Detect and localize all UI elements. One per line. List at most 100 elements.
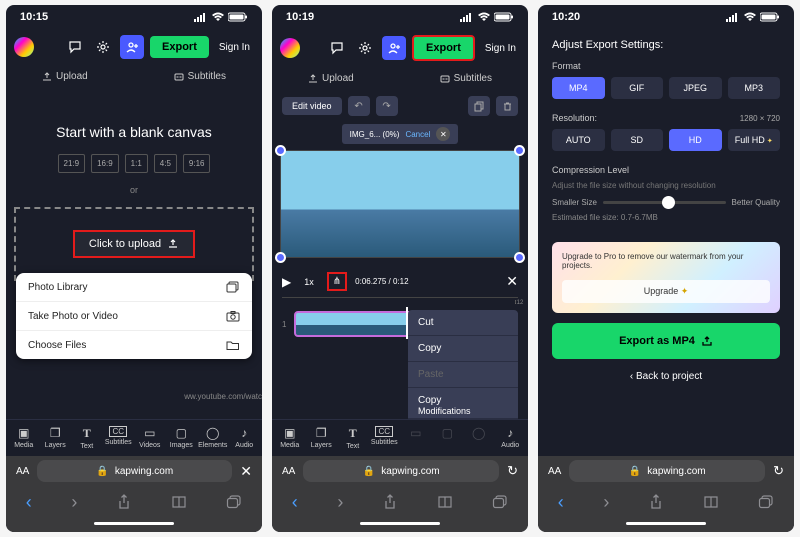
selection-handle[interactable] <box>275 252 286 263</box>
format-mp4[interactable]: MP4 <box>552 77 605 99</box>
signin-link[interactable]: Sign In <box>481 43 520 54</box>
close-icon[interactable]: ✕ <box>436 127 450 141</box>
format-mp3[interactable]: MP3 <box>728 77 781 99</box>
close-timeline-icon[interactable]: ✕ <box>506 273 518 290</box>
share-icon[interactable] <box>649 494 663 510</box>
ratio-option[interactable]: 1:1 <box>125 154 148 173</box>
choose-files-option[interactable]: Choose Files <box>16 331 252 359</box>
chat-icon[interactable] <box>326 37 348 59</box>
tool-elements[interactable]: ◯Elements <box>199 426 227 450</box>
back-icon[interactable]: ‹ <box>26 492 32 513</box>
tool-layers[interactable]: ❐Layers <box>307 426 335 450</box>
url-field[interactable]: 🔒 kapwing.com <box>37 460 232 482</box>
delete-button[interactable] <box>496 96 518 116</box>
add-user-button[interactable] <box>120 35 144 59</box>
url-field[interactable]: 🔒kapwing.com <box>569 460 765 482</box>
settings-gear-icon[interactable] <box>354 37 376 59</box>
app-logo[interactable] <box>280 38 300 58</box>
export-button[interactable]: Export <box>150 36 209 58</box>
tool-videos[interactable]: ▭Videos <box>136 426 164 450</box>
bookmarks-icon[interactable] <box>437 495 453 509</box>
res-hd[interactable]: HD <box>669 129 722 151</box>
upload-tab[interactable]: Upload <box>300 71 362 86</box>
share-icon[interactable] <box>383 494 397 510</box>
res-sd[interactable]: SD <box>611 129 664 151</box>
settings-gear-icon[interactable] <box>92 36 114 58</box>
subtitles-tab[interactable]: Subtitles <box>166 69 234 84</box>
forward-icon[interactable]: › <box>71 492 77 513</box>
split-tool-button[interactable]: ⋔ <box>327 272 347 291</box>
forward-icon[interactable]: › <box>337 492 343 513</box>
reload-icon[interactable]: ↻ <box>507 463 518 479</box>
ctx-cut[interactable]: Cut <box>408 310 518 336</box>
tool-text[interactable]: TText <box>339 426 367 450</box>
close-icon[interactable]: ✕ <box>240 463 252 480</box>
upgrade-button[interactable]: Upgrade ✦ <box>562 280 770 303</box>
reload-icon[interactable]: ↻ <box>773 463 784 479</box>
tabs-icon[interactable] <box>492 495 508 509</box>
subtitles-tab[interactable]: Subtitles <box>432 71 500 86</box>
cancel-upload[interactable]: Cancel <box>405 130 430 139</box>
tool-media[interactable]: ▣Media <box>10 426 38 450</box>
copy-button[interactable] <box>468 96 490 116</box>
back-icon[interactable]: ‹ <box>558 492 564 513</box>
selection-handle[interactable] <box>275 145 286 156</box>
tool-images[interactable]: ▢Images <box>167 426 195 450</box>
signin-link[interactable]: Sign In <box>215 42 254 53</box>
take-photo-option[interactable]: Take Photo or Video <box>16 302 252 331</box>
res-auto[interactable]: AUTO <box>552 129 605 151</box>
format-segmented: MP4 GIF JPEG MP3 <box>552 77 780 99</box>
ratio-option[interactable]: 9:16 <box>183 154 211 173</box>
tool-hidden: ▢ <box>433 426 461 450</box>
share-icon[interactable] <box>117 494 131 510</box>
text-size-icon[interactable]: AA <box>16 466 29 477</box>
tool-audio[interactable]: ♪Audio <box>230 426 258 450</box>
video-preview[interactable] <box>280 150 520 258</box>
chat-icon[interactable] <box>64 36 86 58</box>
selection-handle[interactable] <box>514 145 525 156</box>
ratio-option[interactable]: 4:5 <box>154 154 177 173</box>
export-as-mp4-button[interactable]: Export as MP4 <box>552 323 780 359</box>
tool-layers[interactable]: ❐Layers <box>41 426 69 450</box>
text-size-icon[interactable]: AA <box>548 466 561 477</box>
tool-subtitles[interactable]: CCSubtitles <box>370 426 398 450</box>
tabs-icon[interactable] <box>226 495 242 509</box>
res-fullhd[interactable]: Full HD <box>728 129 781 151</box>
zoom-level[interactable]: 1x <box>299 275 319 289</box>
upload-cta[interactable]: Click to upload <box>73 230 195 258</box>
add-user-button[interactable] <box>382 36 406 60</box>
edit-video-button[interactable]: Edit video <box>282 97 342 115</box>
text-size-icon[interactable]: AA <box>282 466 295 477</box>
folder-icon <box>226 339 240 351</box>
tool-text[interactable]: TText <box>73 426 101 450</box>
compression-slider[interactable] <box>603 201 726 204</box>
upload-dropzone[interactable]: Click to upload <box>14 207 254 281</box>
upload-tab[interactable]: Upload <box>34 69 96 84</box>
forward-icon[interactable]: › <box>603 492 609 513</box>
slider-thumb[interactable] <box>662 196 675 209</box>
tool-subtitles[interactable]: CCSubtitles <box>104 426 132 450</box>
bookmarks-icon[interactable] <box>171 495 187 509</box>
url-field[interactable]: 🔒kapwing.com <box>303 460 499 482</box>
export-button[interactable]: Export <box>412 35 475 61</box>
bookmarks-icon[interactable] <box>703 495 719 509</box>
youtube-url-hint: ww.youtube.com/watc <box>184 392 262 401</box>
ctx-copy-mods[interactable]: CopyModifications <box>408 388 518 419</box>
back-icon[interactable]: ‹ <box>292 492 298 513</box>
tabs-icon[interactable] <box>758 495 774 509</box>
format-jpeg[interactable]: JPEG <box>669 77 722 99</box>
selection-handle[interactable] <box>514 252 525 263</box>
format-gif[interactable]: GIF <box>611 77 664 99</box>
undo-button[interactable]: ↶ <box>348 96 370 116</box>
ratio-option[interactable]: 21:9 <box>58 154 86 173</box>
tool-media[interactable]: ▣Media <box>276 426 304 450</box>
redo-button[interactable]: ↷ <box>376 96 398 116</box>
play-button[interactable]: ▶ <box>282 275 291 289</box>
app-logo[interactable] <box>14 37 34 57</box>
ratio-option[interactable]: 16:9 <box>91 154 119 173</box>
tool-audio[interactable]: ♪Audio <box>496 426 524 450</box>
back-to-project-link[interactable]: ‹ Back to project <box>552 371 780 382</box>
ctx-copy[interactable]: Copy <box>408 336 518 362</box>
timeline-ruler[interactable]: :12 <box>282 297 518 307</box>
photo-library-option[interactable]: Photo Library <box>16 273 252 302</box>
